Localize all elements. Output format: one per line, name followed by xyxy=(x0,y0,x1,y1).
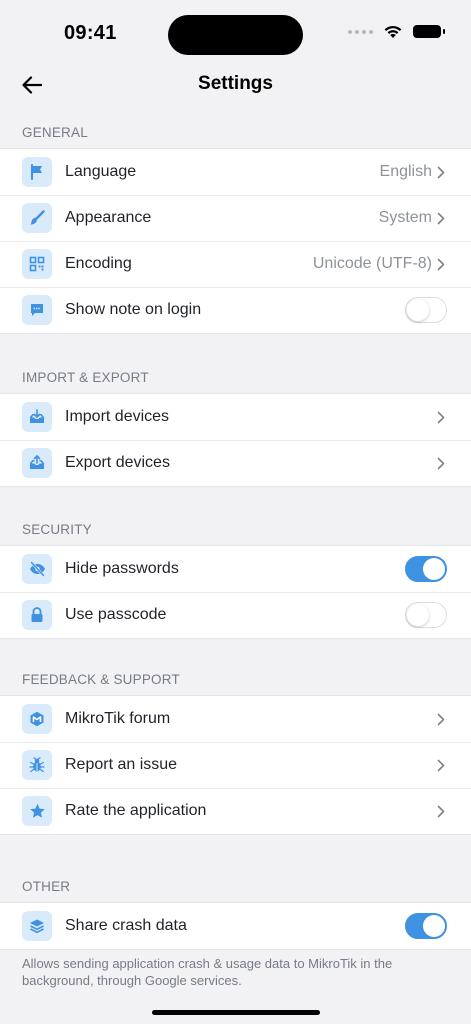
row-appearance[interactable]: Appearance System xyxy=(0,195,471,241)
chevron-right-icon xyxy=(437,712,447,726)
section-title-import-export: IMPORT & EXPORT xyxy=(22,370,149,385)
row-label: Show note on login xyxy=(65,301,202,318)
row-label: Appearance xyxy=(65,209,152,226)
tray-download-icon xyxy=(22,402,52,432)
page-title: Settings xyxy=(198,73,273,94)
chevron-right-icon xyxy=(437,211,447,225)
use-passcode-toggle[interactable] xyxy=(405,602,447,628)
chevron-right-icon xyxy=(437,165,447,179)
share-crash-data-toggle[interactable] xyxy=(405,913,447,939)
nav-header: Settings xyxy=(0,64,471,106)
appearance-value: System xyxy=(378,209,432,226)
row-rate-application[interactable]: Rate the application xyxy=(0,788,471,834)
qr-code-icon xyxy=(22,249,52,279)
row-import-devices[interactable]: Import devices xyxy=(0,394,471,440)
section-title-feedback: FEEDBACK & SUPPORT xyxy=(22,672,180,687)
row-mikrotik-forum[interactable]: MikroTik forum xyxy=(0,696,471,742)
toggle-knob xyxy=(423,558,445,580)
toggle-knob xyxy=(407,299,429,321)
status-icons xyxy=(348,24,445,39)
status-bar: 09:41 xyxy=(0,0,471,64)
wifi-icon xyxy=(384,25,402,38)
row-label: Language xyxy=(65,163,137,180)
tray-upload-icon xyxy=(22,448,52,478)
row-label: Report an issue xyxy=(65,756,178,773)
battery-icon xyxy=(413,25,445,38)
chevron-right-icon xyxy=(437,410,447,424)
row-label: MikroTik forum xyxy=(65,710,171,727)
layers-icon xyxy=(22,911,52,941)
flag-icon xyxy=(22,157,52,187)
encoding-value: Unicode (UTF-8) xyxy=(312,255,432,272)
row-label: Export devices xyxy=(65,454,170,471)
toggle-knob xyxy=(423,915,445,937)
mikrotik-logo-icon xyxy=(22,704,52,734)
row-label: Import devices xyxy=(65,408,170,425)
row-report-issue[interactable]: Report an issue xyxy=(0,742,471,788)
row-language[interactable]: Language English xyxy=(0,149,471,195)
row-show-note-on-login: Show note on login xyxy=(0,287,471,333)
toggle-knob xyxy=(407,604,429,626)
hide-passwords-toggle[interactable] xyxy=(405,556,447,582)
crash-data-footnote: Allows sending application crash & usage… xyxy=(22,956,393,988)
group-security: Hide passwords Use passcode xyxy=(0,545,471,639)
row-label: Rate the application xyxy=(65,802,207,819)
section-title-other: OTHER xyxy=(22,879,71,894)
row-label: Share crash data xyxy=(65,917,187,934)
home-indicator xyxy=(152,1010,320,1015)
section-title-security: SECURITY xyxy=(22,522,92,537)
row-label: Encoding xyxy=(65,255,132,272)
row-label: Hide passwords xyxy=(65,560,179,577)
lock-icon xyxy=(22,600,52,630)
group-import-export: Import devices Export devices xyxy=(0,393,471,487)
row-use-passcode: Use passcode xyxy=(0,592,471,638)
row-encoding[interactable]: Encoding Unicode (UTF-8) xyxy=(0,241,471,287)
row-hide-passwords: Hide passwords xyxy=(0,546,471,592)
star-icon xyxy=(22,796,52,826)
chevron-right-icon xyxy=(437,257,447,271)
note-bubble-icon xyxy=(22,295,52,325)
language-value: English xyxy=(379,163,432,180)
row-label: Use passcode xyxy=(65,606,167,623)
brush-icon xyxy=(22,203,52,233)
chevron-right-icon xyxy=(437,456,447,470)
chevron-right-icon xyxy=(437,758,447,772)
cellular-signal-icon xyxy=(348,29,373,34)
show-note-toggle[interactable] xyxy=(405,297,447,323)
eye-slash-icon xyxy=(22,554,52,584)
chevron-right-icon xyxy=(437,804,447,818)
bug-icon xyxy=(22,750,52,780)
group-other: Share crash data xyxy=(0,902,471,950)
status-time: 09:41 xyxy=(64,22,117,44)
group-feedback: MikroTik forum Report an issue Rate the … xyxy=(0,695,471,835)
row-export-devices[interactable]: Export devices xyxy=(0,440,471,486)
section-title-general: GENERAL xyxy=(22,125,88,140)
group-general: Language English Appearance System Encod… xyxy=(0,148,471,334)
row-share-crash-data: Share crash data xyxy=(0,903,471,949)
dynamic-island xyxy=(168,15,303,55)
